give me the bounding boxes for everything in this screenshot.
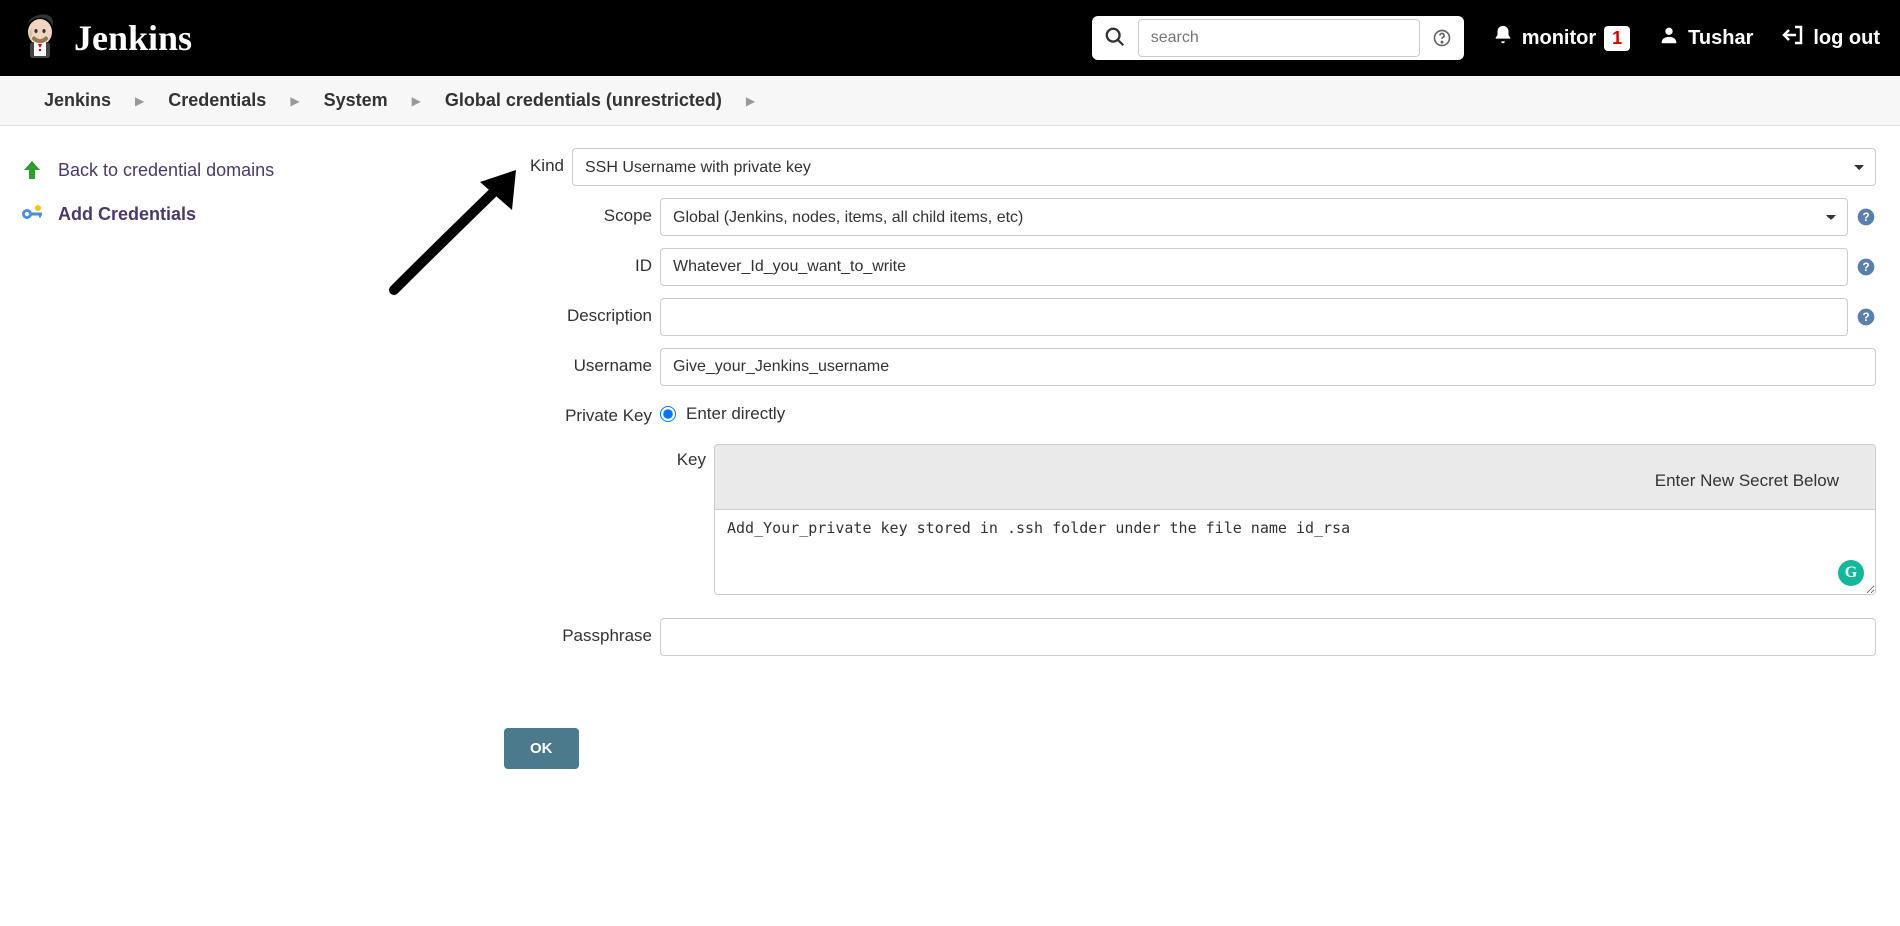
user-name: Tushar [1688,27,1753,50]
form-area: Kind SSH Username with private key Scope… [470,126,1900,809]
private-key-textarea[interactable] [714,509,1876,595]
bell-icon [1492,24,1514,52]
label-username: Username [558,348,660,376]
breadcrumb: Jenkins ▶ Credentials ▶ System ▶ Global … [0,76,1900,126]
passphrase-input[interactable] [660,618,1876,656]
label-key: Key [660,444,714,598]
sidebar-back-label: Back to credential domains [58,160,274,181]
arrow-up-icon [20,158,44,182]
help-id-icon[interactable]: ? [1856,257,1876,277]
user-menu[interactable]: Tushar [1658,24,1753,52]
chevron-right-icon: ▶ [736,94,765,108]
sidebar-item-back[interactable]: Back to credential domains [20,148,450,192]
secret-header: Enter New Secret Below [714,444,1876,509]
description-input[interactable] [660,298,1848,336]
monitor-button[interactable]: monitor 1 [1492,24,1630,52]
header: Jenkins monitor 1 Tushar [0,0,1900,76]
help-description-icon[interactable]: ? [1856,307,1876,327]
svg-text:?: ? [1862,211,1869,224]
logout-label: log out [1813,27,1880,50]
crumb-global[interactable]: Global credentials (unrestricted) [439,90,728,111]
crumb-system[interactable]: System [318,90,394,111]
search-help-icon[interactable] [1432,28,1452,48]
label-passphrase: Passphrase [558,618,660,646]
search-icon [1104,26,1126,51]
logout-button[interactable]: log out [1781,23,1880,53]
enter-directly-radio[interactable] [660,406,676,422]
monitor-count-badge: 1 [1604,26,1630,51]
jenkins-mascot-icon [20,14,60,62]
crumb-jenkins[interactable]: Jenkins [38,90,117,111]
sidebar: Back to credential domains Add Credentia… [0,126,470,809]
grammarly-icon[interactable]: G [1838,560,1864,586]
sidebar-add-label: Add Credentials [58,204,196,225]
label-enter-directly: Enter directly [686,404,785,424]
label-private-key: Private Key [558,398,660,426]
username-input[interactable] [660,348,1876,386]
jenkins-logo-area[interactable]: Jenkins [20,14,192,62]
app-title: Jenkins [74,17,192,59]
label-id: ID [558,248,660,276]
chevron-right-icon: ▶ [125,94,154,108]
svg-text:?: ? [1862,311,1869,324]
chevron-right-icon: ▶ [402,94,431,108]
label-description: Description [558,298,660,326]
kind-select[interactable]: SSH Username with private key [572,148,1876,186]
logout-icon [1781,23,1805,53]
chevron-right-icon: ▶ [280,94,309,108]
monitor-label: monitor [1522,27,1596,50]
search-box[interactable] [1092,16,1464,60]
label-scope: Scope [558,198,660,226]
crumb-credentials[interactable]: Credentials [162,90,272,111]
key-icon [20,202,44,226]
search-input[interactable] [1138,19,1420,57]
ok-button[interactable]: OK [504,728,579,769]
label-kind: Kind [482,148,572,176]
help-scope-icon[interactable]: ? [1856,207,1876,227]
scope-select[interactable]: Global (Jenkins, nodes, items, all child… [660,198,1848,236]
svg-text:?: ? [1862,261,1869,274]
id-input[interactable] [660,248,1848,286]
sidebar-item-add-credentials[interactable]: Add Credentials [20,192,450,236]
user-icon [1658,24,1680,52]
